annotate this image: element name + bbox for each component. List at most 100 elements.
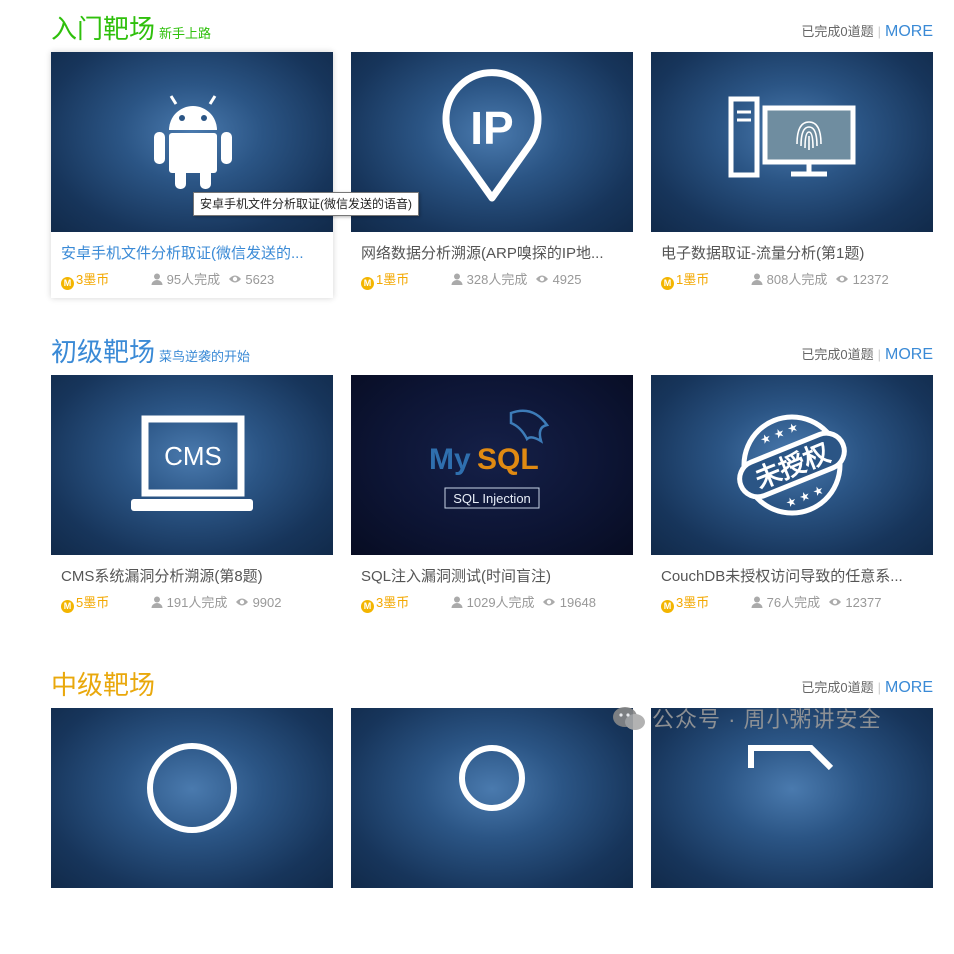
eye-icon xyxy=(235,598,248,606)
range-card[interactable]: 安卓手机文件分析取证(微信发送的... M 3墨币 95人完成 5623 xyxy=(51,52,333,298)
more-link[interactable]: MORE xyxy=(885,23,933,40)
stats: 95人完成 5623 xyxy=(151,271,274,289)
view-count: 4925 xyxy=(552,272,582,287)
unauthorized-stamp-icon: 未授权 ★ ★ ★ ★ ★ ★ xyxy=(737,414,847,516)
completed-users: 328人完成 xyxy=(466,272,528,287)
card-meta: M 3墨币 1029人完成 19648 xyxy=(361,594,623,613)
wechat-icon xyxy=(613,707,645,730)
range-card[interactable] xyxy=(651,708,933,954)
coin-icon: M xyxy=(661,277,674,290)
mysql-logo-icon: My SQL SQL Injection xyxy=(429,409,550,509)
fingerprint-computer-icon xyxy=(728,96,856,178)
card-thumbnail[interactable]: 未授权 ★ ★ ★ ★ ★ ★ xyxy=(651,375,933,555)
range-card[interactable]: IP 网络数据分析溯源(ARP嗅探的IP地... M 1墨币 328人完成 492… xyxy=(351,52,633,298)
card-meta: M 1墨币 328人完成 4925 xyxy=(361,271,623,290)
card-thumbnail[interactable] xyxy=(351,708,633,888)
completed-users: 191人完成 xyxy=(166,595,228,610)
card-thumbnail[interactable]: CMS xyxy=(51,375,333,555)
section-header: 初级靶场 菜鸟逆袭的开始 已完成0道题 | MORE xyxy=(51,335,933,379)
section-title-text: 初级靶场 xyxy=(51,337,156,367)
coin-icon: M xyxy=(361,600,374,613)
tooltip: 安卓手机文件分析取证(微信发送的语音) xyxy=(193,192,419,216)
section-junior: 初级靶场 菜鸟逆袭的开始 已完成0道题 | MORE CMS CMS系统漏洞分析溯源(… xyxy=(51,335,933,621)
range-card[interactable]: CMS CMS系统漏洞分析溯源(第8题) M 5墨币 191人完成 9902 xyxy=(51,375,333,621)
mysql-logo-my: My xyxy=(429,443,471,476)
user-icon xyxy=(151,273,163,285)
card-thumbnail[interactable]: My SQL SQL Injection xyxy=(351,375,633,555)
completed-users: 808人完成 xyxy=(766,272,828,287)
coin-icon: M xyxy=(61,600,74,613)
card-meta: M 3墨币 95人完成 5623 xyxy=(61,271,323,290)
completed-count: 已完成0道题 xyxy=(801,680,874,695)
svg-text:IP: IP xyxy=(470,102,513,154)
more-link[interactable]: MORE xyxy=(885,346,933,363)
card-title[interactable]: CMS系统漏洞分析溯源(第8题) xyxy=(61,567,323,587)
section-subtitle: 菜鸟逆袭的开始 xyxy=(159,349,251,364)
sql-injection-label: SQL Injection xyxy=(453,491,531,506)
section-title: 中级靶场 xyxy=(51,668,155,702)
card-thumbnail[interactable] xyxy=(51,708,333,888)
coin-value: 1墨币 xyxy=(376,272,410,287)
view-count: 12377 xyxy=(845,595,882,610)
card-illustration-icon xyxy=(147,743,237,833)
watermark: 公众号 · 周小粥讲安全 xyxy=(612,702,882,732)
completed-users: 95人完成 xyxy=(166,272,221,287)
eye-icon xyxy=(543,598,556,606)
range-card[interactable] xyxy=(351,708,633,954)
user-icon xyxy=(751,596,763,608)
user-icon xyxy=(451,596,463,608)
card-thumbnail[interactable] xyxy=(651,52,933,232)
eye-icon xyxy=(835,275,848,283)
coin-icon: M xyxy=(661,600,674,613)
section-subtitle: 新手上路 xyxy=(159,26,212,41)
card-thumbnail[interactable] xyxy=(651,708,933,888)
range-card[interactable]: My SQL SQL Injection SQL注入漏洞测试(时间盲注) M 3墨… xyxy=(351,375,633,621)
cms-laptop-icon: CMS xyxy=(131,415,253,511)
stats: 76人完成 12377 xyxy=(751,594,882,612)
card-title[interactable]: CouchDB未授权访问导致的任意系... xyxy=(661,567,923,587)
view-count: 12372 xyxy=(852,272,889,287)
eye-icon xyxy=(828,598,841,606)
card-title[interactable]: SQL注入漏洞测试(时间盲注) xyxy=(361,567,623,587)
stats: 1029人完成 19648 xyxy=(451,594,596,612)
completed-count: 已完成0道题 xyxy=(801,24,874,39)
section-title: 入门靶场 新手上路 xyxy=(51,12,211,51)
card-meta: M 1墨币 808人完成 12372 xyxy=(661,271,923,290)
coin-value: 3墨币 xyxy=(76,272,110,287)
coin-value: 5墨币 xyxy=(76,595,110,610)
section-title-text: 入门靶场 xyxy=(51,14,156,44)
card-title[interactable]: 电子数据取证-流量分析(第1题) xyxy=(661,244,923,264)
coin-value: 3墨币 xyxy=(676,595,710,610)
section-header: 入门靶场 新手上路 已完成0道题 | MORE xyxy=(51,12,933,56)
card-meta: M 5墨币 191人完成 9902 xyxy=(61,594,323,613)
section-status: 已完成0道题 | MORE xyxy=(801,678,933,698)
range-card[interactable] xyxy=(51,708,333,954)
divider: | xyxy=(877,680,881,695)
section-title-text: 中级靶场 xyxy=(51,670,156,700)
completed-users: 76人完成 xyxy=(766,595,821,610)
more-link[interactable]: MORE xyxy=(885,679,933,696)
card-title[interactable]: 网络数据分析溯源(ARP嗅探的IP地... xyxy=(361,244,623,264)
range-card[interactable]: 电子数据取证-流量分析(第1题) M 1墨币 808人完成 12372 xyxy=(651,52,933,298)
card-illustration-icon xyxy=(459,745,525,811)
watermark-text: 公众号 · 周小粥讲安全 xyxy=(652,707,882,732)
view-count: 19648 xyxy=(559,595,596,610)
divider: | xyxy=(877,24,881,39)
stats: 808人完成 12372 xyxy=(751,271,889,289)
coin-value: 3墨币 xyxy=(376,595,410,610)
range-card[interactable]: 未授权 ★ ★ ★ ★ ★ ★ CouchDB未授权访问导致的任意系... M3… xyxy=(651,375,933,621)
coin-icon: M xyxy=(361,277,374,290)
divider: | xyxy=(877,347,881,362)
section-title: 初级靶场 菜鸟逆袭的开始 xyxy=(51,335,250,374)
eye-icon xyxy=(535,275,548,283)
user-icon xyxy=(451,273,463,285)
card-illustration-icon xyxy=(748,745,834,771)
completed-count: 已完成0道题 xyxy=(801,347,874,362)
user-icon xyxy=(151,596,163,608)
section-status: 已完成0道题 | MORE xyxy=(801,345,933,365)
card-title[interactable]: 安卓手机文件分析取证(微信发送的... xyxy=(61,244,323,264)
coin-icon: M xyxy=(61,277,74,290)
view-count: 5623 xyxy=(245,272,275,287)
coin-value: 1墨币 xyxy=(676,272,710,287)
eye-icon xyxy=(228,275,241,283)
